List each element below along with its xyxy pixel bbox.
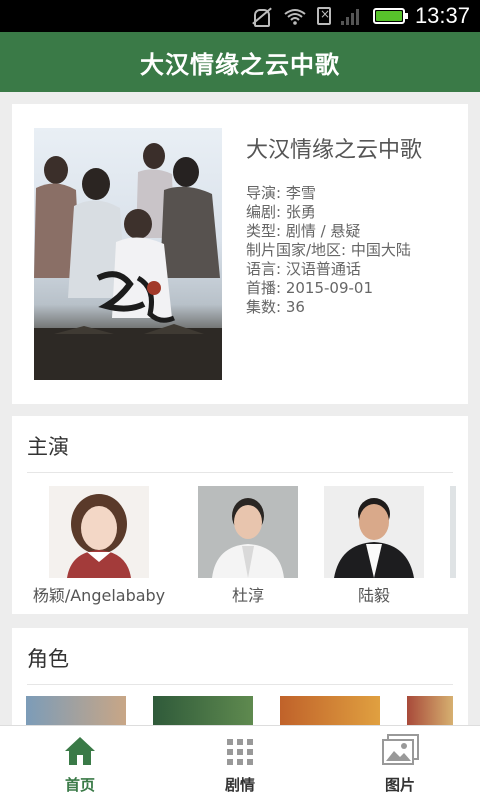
cast-photo [324, 486, 424, 578]
section-divider [27, 472, 453, 473]
cast-member[interactable]: 陆毅 [324, 486, 424, 605]
tab-home[interactable]: 首页 [0, 726, 160, 800]
show-details: 导演: 李雪 编剧: 张勇 类型: 剧情 / 悬疑 制片国家/地区: 中国大陆 … [246, 184, 411, 317]
grid-icon [227, 739, 253, 765]
gallery-icon [382, 734, 419, 765]
cast-photo [198, 486, 298, 578]
roles-section-title: 角色 [27, 647, 69, 671]
tab-plot-label: 剧情 [224, 776, 255, 794]
premiere-field: 首播: 2015-09-01 [246, 279, 373, 297]
home-icon [65, 737, 95, 765]
section-divider [27, 684, 453, 685]
bottom-tab-bar: 首页 剧情 图片 [0, 725, 480, 800]
battery-icon [372, 8, 408, 24]
no-sim-icon [316, 7, 331, 25]
cast-photo [49, 486, 149, 578]
role-thumbnail[interactable] [26, 696, 126, 726]
signal-icon [340, 7, 363, 25]
roles-section: 角色 [12, 628, 468, 728]
cast-name: 杜淳 [231, 586, 265, 605]
cast-member[interactable]: 杜淳 [198, 486, 298, 605]
episodes-field: 集数: 36 [246, 298, 305, 316]
show-poster[interactable] [34, 128, 222, 380]
language-field: 语言: 汉语普通话 [246, 260, 361, 278]
tab-home-label: 首页 [64, 776, 95, 794]
app-bar-title: 大汉情缘之云中歌 [140, 50, 340, 79]
director-field: 导演: 李雪 [246, 184, 316, 202]
role-thumbnail[interactable] [153, 696, 253, 726]
status-time: 13:37 [414, 3, 470, 28]
writer-field: 编剧: 张勇 [246, 203, 316, 221]
role-thumbnail[interactable] [407, 696, 453, 726]
cast-section-title: 主演 [27, 435, 69, 459]
genre-field: 类型: 剧情 / 悬疑 [246, 222, 361, 240]
show-info-card: 大汉情缘之云中歌 导演: 李雪 编剧: 张勇 类型: 剧情 / 悬疑 制片国家/… [12, 104, 468, 404]
cast-name: 陆毅 [357, 586, 391, 605]
cast-next-peek [450, 486, 456, 578]
status-bar: 13:37 [0, 0, 480, 32]
cast-name: 杨颖/Angelababy [32, 586, 166, 605]
role-thumbnail[interactable] [280, 696, 380, 726]
cast-section: 主演 杨颖/Angelababy 杜淳 陆毅 [12, 416, 468, 614]
wifi-icon [283, 7, 307, 25]
tab-gallery-label: 图片 [384, 776, 415, 794]
show-title: 大汉情缘之云中歌 [246, 138, 423, 163]
country-field: 制片国家/地区: 中国大陆 [246, 241, 411, 259]
vibrate-mute-icon [251, 7, 273, 27]
app-bar: 大汉情缘之云中歌 [0, 32, 480, 92]
cast-member[interactable]: 杨颖/Angelababy [33, 486, 165, 605]
tab-gallery[interactable]: 图片 [320, 726, 480, 800]
tab-plot[interactable]: 剧情 [160, 726, 320, 800]
